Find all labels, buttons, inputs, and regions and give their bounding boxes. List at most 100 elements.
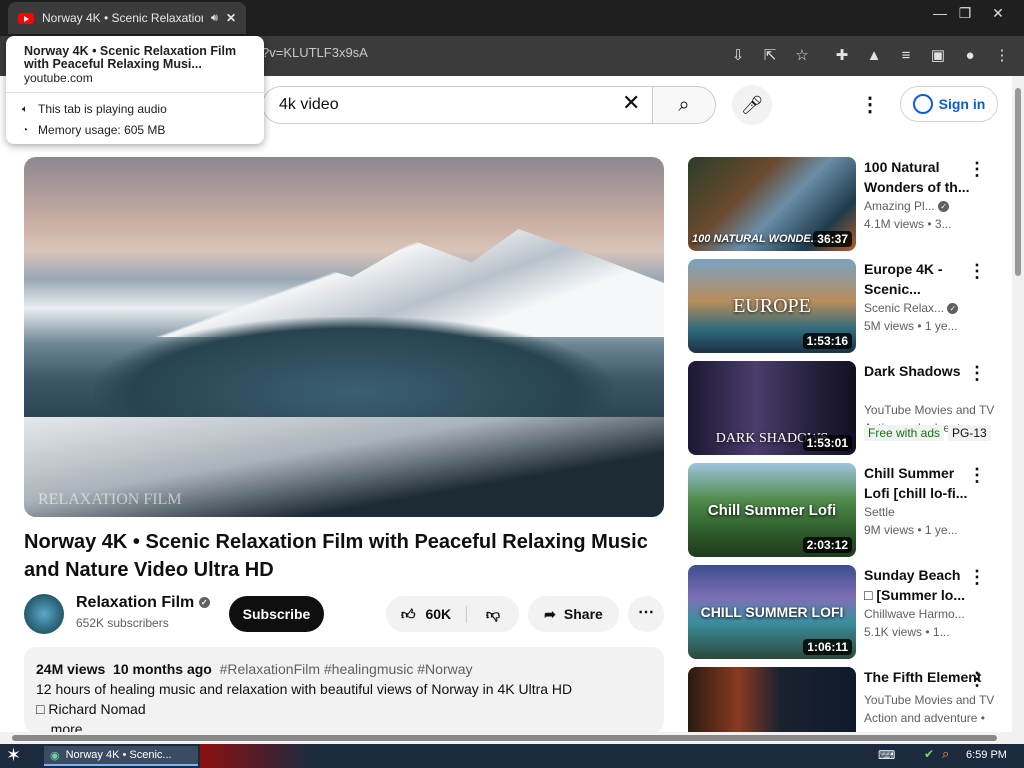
recommendation-item[interactable]: DARK SHADOWS 1:53:01 Dark Shadows YouTub… xyxy=(688,361,1000,455)
search-button[interactable]: ⌕ xyxy=(652,86,716,124)
hashtags[interactable]: #RelaxationFilm #healingmusic #Norway xyxy=(220,661,473,677)
sign-in-button[interactable]: Sign in xyxy=(900,86,998,122)
recommendation-item[interactable]: 100 NATURAL WONDE... 36:37 100 Natural W… xyxy=(688,157,1000,251)
clear-search-icon[interactable]: ✕ xyxy=(622,90,640,116)
hover-card-domain: youtube.com xyxy=(24,71,93,85)
account-icon xyxy=(912,94,933,114)
search-input[interactable]: 4k video xyxy=(262,86,652,124)
browser-app-icon: ◉ xyxy=(50,749,60,762)
video-watermark: RELAXATION FILM xyxy=(38,491,182,508)
recommendation-views: 9M views • 1 ye... xyxy=(864,523,996,537)
age-text: • 1 ye... xyxy=(917,319,958,333)
close-window-button[interactable]: ✕ xyxy=(983,2,1013,24)
description-line-2: □ Richard Nomad xyxy=(36,701,146,717)
recommendation-thumbnail[interactable]: EUROPE 1:53:16 xyxy=(688,259,856,353)
recommendation-channel[interactable]: Chillwave Harmo... xyxy=(864,607,996,621)
bookmark-star-icon[interactable]: ☆ xyxy=(790,44,814,68)
video-player[interactable]: RELAXATION FILM xyxy=(24,157,664,517)
age-text: • 1... xyxy=(925,625,950,639)
browser-tab[interactable]: Norway 4K • Scenic Relaxation 🔊︎ ✕ xyxy=(8,2,246,34)
recommendation-title[interactable]: Sunday Beach □ [Summer lo... xyxy=(864,565,970,605)
recommendation-item[interactable]: CHILL SUMMER LOFI 1:06:11 Sunday Beach □… xyxy=(688,565,1000,659)
recommendation-title[interactable]: 100 Natural Wonders of th... xyxy=(864,157,970,197)
settings-more-icon[interactable]: ⋮ xyxy=(860,92,880,117)
recommendation-channel[interactable]: Settle xyxy=(864,505,996,519)
age-text: • 3... xyxy=(927,217,952,231)
search-tray-icon[interactable]: ⌕ xyxy=(942,746,949,762)
horizontal-scroll-thumb[interactable] xyxy=(12,735,997,741)
recommendation-item[interactable]: Chill Summer Lofi 2:03:12 Chill Summer L… xyxy=(688,463,1000,557)
recommendation-thumbnail[interactable] xyxy=(688,667,856,733)
audio-playing-icon[interactable]: 🔊︎ xyxy=(211,12,218,25)
upload-age: 10 months ago xyxy=(113,661,212,677)
view-count: 24M views xyxy=(36,661,106,677)
recommendation-item[interactable]: The Fifth Element YouTube Movies and TV … xyxy=(688,667,1000,733)
side-panel-icon[interactable]: ▣ xyxy=(926,44,950,68)
video-duration: 1:06:11 xyxy=(803,639,852,655)
recommendation-title[interactable]: Europe 4K - Scenic... xyxy=(864,259,970,299)
recommendation-thumbnail[interactable]: 100 NATURAL WONDE... 36:37 xyxy=(688,157,856,251)
start-menu-icon[interactable]: ✶ xyxy=(6,745,21,766)
recommendation-channel[interactable]: YouTube Movies and TV xyxy=(864,693,996,707)
verified-icon: ✓ xyxy=(947,303,959,315)
channel-avatar[interactable] xyxy=(24,594,64,634)
free-with-ads-badge: Free with ads xyxy=(864,425,945,441)
profile-icon[interactable]: ● xyxy=(958,44,982,68)
views-text: 5M views xyxy=(864,319,915,333)
hover-card-audio-status: This tab is playing audio xyxy=(38,102,167,116)
description-box[interactable]: 24M views 10 months ago #RelaxationFilm … xyxy=(24,647,664,737)
recommendation-views: 4.1M views • 3... xyxy=(864,217,996,231)
recommendation-menu-icon[interactable]: ⋮ xyxy=(968,567,986,588)
restore-button[interactable]: ❐ xyxy=(950,2,980,24)
taskbar-accent xyxy=(200,744,310,768)
recommendation-channel[interactable]: YouTube Movies and TV xyxy=(864,403,996,417)
recommendation-title[interactable]: Dark Shadows xyxy=(864,361,970,401)
recommendation-menu-icon[interactable]: ⋮ xyxy=(968,363,986,384)
views-text: 9M views xyxy=(864,523,915,537)
video-title: Norway 4K • Scenic Relaxation Film with … xyxy=(24,531,648,581)
voice-search-button[interactable]: 🎤︎ xyxy=(732,85,772,125)
network-icon[interactable]: ✔ xyxy=(924,747,934,761)
channel-name[interactable]: Relaxation Film ✓ xyxy=(76,594,210,612)
recommendation-menu-icon[interactable]: ⋮ xyxy=(968,159,986,180)
video-duration: 1:53:16 xyxy=(802,333,852,349)
vertical-scroll-thumb[interactable] xyxy=(1015,88,1021,276)
recommendation-menu-icon[interactable]: ⋮ xyxy=(968,261,986,282)
tab-hover-card: Norway 4K • Scenic Relaxation Film with … xyxy=(6,36,264,144)
recommendation-thumbnail[interactable]: Chill Summer Lofi 2:03:12 xyxy=(688,463,856,557)
install-app-icon[interactable]: ⇩ xyxy=(726,44,750,68)
taskbar-clock[interactable]: 6:59 PM xyxy=(966,749,1007,761)
recommendation-thumbnail[interactable]: DARK SHADOWS 1:53:01 xyxy=(688,361,856,455)
recommendation-channel[interactable]: Amazing Pl... ✓ xyxy=(864,199,996,213)
recommendation-channel[interactable]: Scenic Relax... ✓ xyxy=(864,301,996,315)
keyboard-icon[interactable]: ⌨ xyxy=(878,748,895,762)
subscribe-button[interactable]: Subscribe xyxy=(229,596,324,632)
channel-text: Scenic Relax... xyxy=(864,301,945,315)
like-dislike-group: 👍︎ 60K 👎︎ xyxy=(386,596,519,632)
share-page-icon[interactable]: ⇱ xyxy=(758,44,782,68)
recommendation-title[interactable]: Chill Summer Lofi [chill lo-fi... xyxy=(864,463,970,503)
age-text: • 1 ye... xyxy=(917,523,958,537)
recommendation-menu-icon[interactable]: ⋮ xyxy=(968,465,986,486)
rating-badge: PG-13 xyxy=(948,425,991,441)
media-queue-icon[interactable]: ≡ xyxy=(894,44,918,68)
labs-flask-icon[interactable]: ▲ xyxy=(862,44,886,68)
recommendation-item[interactable]: EUROPE 1:53:16 Europe 4K - Scenic... Sce… xyxy=(688,259,1000,353)
extensions-icon[interactable]: ✚ xyxy=(830,44,854,68)
browser-menu-icon[interactable]: ⋮ xyxy=(990,44,1014,68)
taskbar-item-label: Norway 4K • Scenic... xyxy=(65,749,172,761)
address-bar[interactable]: ?v=KLUTLF3x9sA xyxy=(262,45,368,60)
share-button[interactable]: ➦ Share xyxy=(528,596,619,632)
description-meta: 24M views 10 months ago #RelaxationFilm … xyxy=(36,659,652,679)
like-count: 60K xyxy=(425,606,452,622)
verified-icon: ✓ xyxy=(198,597,210,609)
recommendation-menu-icon[interactable]: ⋮ xyxy=(968,669,986,690)
dislike-button[interactable]: 👎︎ xyxy=(467,606,519,623)
taskbar-browser-item[interactable]: ◉ Norway 4K • Scenic... xyxy=(44,746,198,766)
recommendation-thumbnail[interactable]: CHILL SUMMER LOFI 1:06:11 xyxy=(688,565,856,659)
tab-close-icon[interactable]: ✕ xyxy=(226,11,236,25)
hover-card-divider xyxy=(6,92,264,93)
more-actions-button[interactable]: ⋯ xyxy=(628,596,664,632)
channel-name-text: Relaxation Film xyxy=(76,594,195,611)
like-button[interactable]: 👍︎ 60K xyxy=(386,605,467,623)
